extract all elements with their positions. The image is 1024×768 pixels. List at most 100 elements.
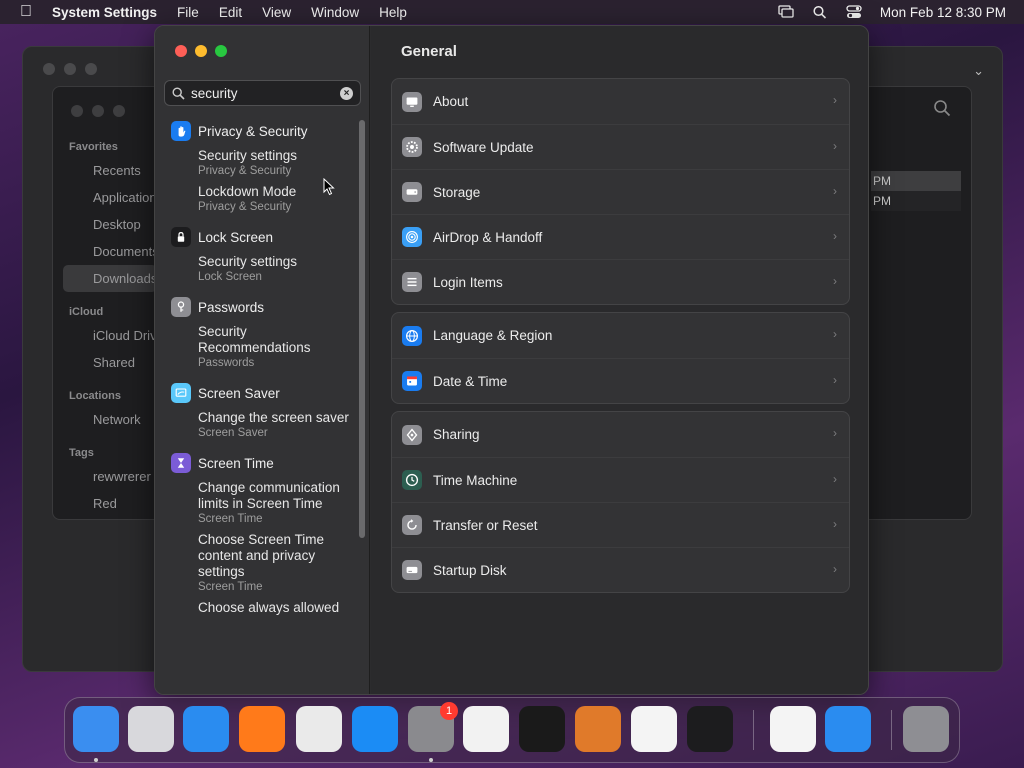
finder-icon[interactable] bbox=[73, 706, 119, 752]
settings-row[interactable]: About › bbox=[392, 79, 849, 124]
menu-file[interactable]: File bbox=[167, 5, 209, 20]
result-item[interactable]: Security Recommendations Passwords bbox=[198, 324, 355, 370]
result-item[interactable]: Choose always allowed bbox=[198, 600, 355, 616]
settings-row-label: About bbox=[433, 94, 469, 109]
result-item-title: Change the screen saver bbox=[198, 410, 349, 425]
finder-sidebar-item[interactable]: Desktop bbox=[53, 211, 163, 238]
bg-close-button[interactable] bbox=[43, 63, 55, 75]
finder-sidebar-item[interactable]: Downloads bbox=[63, 265, 157, 292]
screen-mirroring-icon[interactable] bbox=[778, 5, 794, 19]
finder-zoom-button[interactable] bbox=[113, 105, 125, 117]
clear-search-icon[interactable]: × bbox=[340, 87, 353, 100]
chevron-right-icon: › bbox=[833, 139, 837, 153]
key-icon bbox=[171, 297, 191, 317]
finder-sidebar-item[interactable]: rewwrerer bbox=[53, 463, 163, 490]
menu-view[interactable]: View bbox=[252, 5, 301, 20]
globe-icon bbox=[402, 325, 422, 346]
settings-row[interactable]: Storage › bbox=[392, 169, 849, 214]
finder-sidebar-item[interactable]: Red bbox=[53, 490, 163, 517]
finder-row[interactable]: PM bbox=[871, 191, 961, 211]
finder-sidebar-heading: iCloud bbox=[69, 306, 104, 318]
apple-menu-icon[interactable]:  bbox=[0, 3, 52, 21]
hand-icon bbox=[171, 121, 191, 141]
settings-row[interactable]: AirDrop & Handoff › bbox=[392, 214, 849, 259]
chrome-icon[interactable] bbox=[296, 706, 342, 752]
menu-edit[interactable]: Edit bbox=[209, 5, 252, 20]
minimize-button[interactable] bbox=[195, 45, 207, 57]
menu-help[interactable]: Help bbox=[369, 5, 417, 20]
result-item[interactable]: Choose Screen Time content and privacy s… bbox=[198, 532, 355, 594]
textedit-icon[interactable] bbox=[463, 706, 509, 752]
menu-app-name[interactable]: System Settings bbox=[52, 5, 167, 20]
activity-monitor-icon[interactable] bbox=[687, 706, 733, 752]
chevron-down-icon[interactable]: ⌄ bbox=[973, 63, 984, 79]
settings-row[interactable]: Time Machine › bbox=[392, 457, 849, 502]
menubar-clock[interactable]: Mon Feb 12 8:30 PM bbox=[880, 5, 1006, 20]
result-category[interactable]: Screen Time bbox=[155, 450, 355, 476]
result-category-label: Screen Saver bbox=[198, 385, 280, 401]
gear-icon bbox=[402, 137, 422, 157]
finder-sidebar-heading: Locations bbox=[69, 390, 121, 402]
close-button[interactable] bbox=[175, 45, 187, 57]
finder-sidebar-item[interactable]: Shared bbox=[53, 349, 163, 376]
bg-zoom-button[interactable] bbox=[85, 63, 97, 75]
result-category[interactable]: Screen Saver bbox=[155, 380, 355, 406]
finder-sidebar-item[interactable]: Recents bbox=[53, 157, 163, 184]
zoom-button[interactable] bbox=[215, 45, 227, 57]
result-category[interactable]: Lock Screen bbox=[155, 224, 355, 250]
finder-search-icon[interactable] bbox=[933, 99, 951, 117]
settings-row[interactable]: Software Update › bbox=[392, 124, 849, 169]
finder-row[interactable]: PM bbox=[871, 171, 961, 191]
launchpad-icon[interactable] bbox=[128, 706, 174, 752]
visual-studio-icon[interactable] bbox=[770, 706, 816, 752]
finder-minimize-button[interactable] bbox=[92, 105, 104, 117]
system-settings-window: × Privacy & SecuritySecurity settingsPri… bbox=[154, 25, 869, 695]
weather-icon[interactable] bbox=[825, 706, 871, 752]
settings-row-label: Startup Disk bbox=[433, 562, 507, 578]
settings-row[interactable]: Date & Time › bbox=[392, 358, 849, 403]
finder-close-button[interactable] bbox=[71, 105, 83, 117]
finder-sidebar-item[interactable]: Applications bbox=[53, 184, 163, 211]
chevron-right-icon: › bbox=[833, 472, 837, 486]
result-item-subtitle: Privacy & Security bbox=[198, 165, 292, 177]
result-group: Passwords Security Recommendations Passwor… bbox=[155, 294, 355, 370]
trash-icon[interactable] bbox=[903, 706, 949, 752]
result-category[interactable]: Passwords bbox=[155, 294, 355, 320]
garageband-icon[interactable] bbox=[575, 706, 621, 752]
result-item[interactable]: Change the screen saver Screen Saver bbox=[198, 410, 355, 440]
settings-row[interactable]: Transfer or Reset › bbox=[392, 502, 849, 547]
settings-group: Language & Region › Date & Time › bbox=[391, 312, 850, 404]
settings-row[interactable]: Language & Region › bbox=[392, 313, 849, 358]
result-item[interactable]: Security settings Privacy & Security bbox=[198, 148, 355, 178]
settings-row[interactable]: Startup Disk › bbox=[392, 547, 849, 592]
vscode-icon[interactable] bbox=[631, 706, 677, 752]
background-window-controls bbox=[43, 63, 97, 75]
result-category[interactable]: Privacy & Security bbox=[155, 118, 355, 144]
result-item[interactable]: Security settings Lock Screen bbox=[198, 254, 355, 284]
terminal-icon[interactable] bbox=[519, 706, 565, 752]
settings-row-label: Login Items bbox=[433, 274, 503, 290]
search-input[interactable] bbox=[191, 85, 331, 101]
dock-separator bbox=[753, 710, 754, 750]
spotlight-search-icon[interactable] bbox=[812, 5, 828, 19]
settings-row[interactable]: Sharing › bbox=[392, 412, 849, 457]
result-category-label: Lock Screen bbox=[198, 229, 274, 245]
app-store-icon[interactable] bbox=[352, 706, 398, 752]
bg-minimize-button[interactable] bbox=[64, 63, 76, 75]
settings-content: General About › Software Update › Storage › Ai… bbox=[371, 26, 868, 694]
finder-sidebar-item[interactable]: Network bbox=[53, 406, 163, 433]
settings-row-label: Time Machine bbox=[433, 472, 518, 488]
finder-sidebar-item[interactable]: iCloud Drive bbox=[53, 322, 163, 349]
firefox-icon[interactable] bbox=[239, 706, 285, 752]
settings-row-label: Date & Time bbox=[433, 373, 508, 389]
safari-icon[interactable] bbox=[183, 706, 229, 752]
finder-sidebar-item[interactable]: Documents bbox=[53, 238, 163, 265]
settings-row[interactable]: Login Items › bbox=[392, 259, 849, 304]
drive-icon bbox=[402, 182, 422, 202]
menu-bar:  System Settings File Edit View Window … bbox=[0, 0, 1024, 24]
search-field[interactable]: × bbox=[164, 80, 361, 106]
result-item[interactable]: Change communication limits in Screen Ti… bbox=[198, 480, 355, 526]
control-center-icon[interactable] bbox=[846, 5, 862, 19]
sidebar-scrollbar[interactable] bbox=[359, 120, 365, 538]
menu-window[interactable]: Window bbox=[301, 5, 369, 20]
